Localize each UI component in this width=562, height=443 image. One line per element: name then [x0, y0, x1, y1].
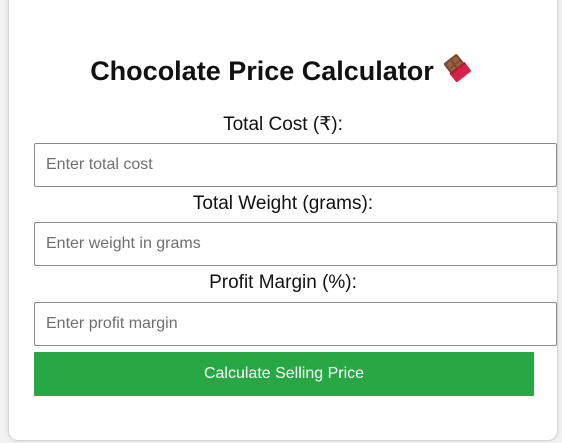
title-text: Chocolate Price Calculator	[90, 56, 434, 86]
total-weight-input[interactable]	[34, 222, 557, 266]
calculate-selling-price-button[interactable]: Calculate Selling Price	[34, 352, 534, 396]
total-cost-input[interactable]	[34, 143, 557, 187]
profit-margin-input[interactable]	[34, 302, 557, 346]
page-title: Chocolate Price Calculator	[0, 52, 562, 89]
chocolate-bar-icon	[442, 52, 472, 89]
profit-margin-label: Profit Margin (%):	[209, 272, 357, 293]
total-cost-label: Total Cost (₹):	[223, 114, 343, 135]
total-weight-label: Total Weight (grams):	[192, 193, 374, 214]
